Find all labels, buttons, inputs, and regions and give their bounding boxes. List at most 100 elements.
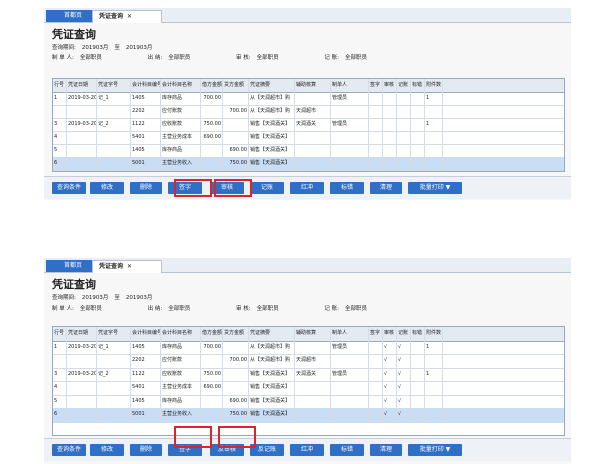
cell-post: √ xyxy=(397,408,411,422)
filter-cashier-value[interactable]: 全部职员 xyxy=(168,306,190,312)
cell-voucher-no xyxy=(97,157,131,170)
edit-button[interactable]: 修改 xyxy=(90,444,124,456)
table-row[interactable]: 2202 应付账款 700.00 从【天润超市】购 天润超市 xyxy=(53,105,564,119)
cell-audit xyxy=(383,92,397,105)
cell-summary: 从【天润超市】购 xyxy=(249,340,295,354)
cell-sign xyxy=(369,92,383,105)
filter-bookkeeper-label: 记 账: xyxy=(324,306,339,312)
query-conditions-button[interactable]: 查询条件 xyxy=(52,444,86,456)
cell-account-code: 1405 xyxy=(131,394,161,408)
cell-credit xyxy=(223,367,249,381)
filter-row: 制 单 人: 全部职员 出 纳: 全部职员 审 核: 全部职员 记 账: 全部职员 xyxy=(52,304,373,312)
cell-voucher-no: 记_2 xyxy=(97,367,131,381)
red-reverse-button[interactable]: 红冲 xyxy=(290,444,324,456)
cell-post: √ xyxy=(397,354,411,368)
filter-auditor-value[interactable]: 全部职员 xyxy=(257,55,279,61)
cell-attachments xyxy=(425,381,443,395)
voucher-table: 行号 凭证日期 凭证字号 会计科目编号 会计科目名称 借方金额 贷方金额 凭证摘要 辅助核算 制单… xyxy=(52,326,565,436)
header-sign: 签字 xyxy=(369,79,383,92)
cell-account-code: 2202 xyxy=(131,354,161,368)
table-row[interactable]: 5 1405 库存商品 690.00 销售【天润酒关】 √ √ xyxy=(53,394,564,409)
table-row[interactable]: 1 2019-03-20 记_1 1405 库存商品 700.00 从【天润超市】购 管理员 √… xyxy=(53,340,564,355)
cell-credit: 700.00 xyxy=(223,105,249,118)
cell-post xyxy=(397,131,411,144)
clear-button[interactable]: 清理 xyxy=(370,444,402,456)
tab-voucher-query[interactable]: 凭证查询 ✕ xyxy=(92,260,162,273)
table-row[interactable]: 6 5001 主营业务收入 750.00 销售【天润酒关】 √ √ xyxy=(53,408,564,423)
cell-audit: √ xyxy=(383,354,397,368)
cell-attachments xyxy=(425,144,443,157)
filter-preparer-value[interactable]: 全部职员 xyxy=(80,55,102,61)
cell-post xyxy=(397,144,411,157)
delete-button[interactable]: 删除 xyxy=(130,444,162,456)
cell-debit: 750.00 xyxy=(201,118,223,131)
cell-preparer: 管理员 xyxy=(331,92,369,105)
header-debit: 借方金额 xyxy=(201,327,223,341)
range-to[interactable]: 201903月 xyxy=(126,295,153,301)
range-to[interactable]: 201903月 xyxy=(126,45,153,51)
cell-preparer xyxy=(331,354,369,368)
filter-bookkeeper-value[interactable]: 全部职员 xyxy=(345,306,367,312)
query-conditions-button[interactable]: 查询条件 xyxy=(52,182,86,194)
close-icon[interactable]: ✕ xyxy=(127,263,132,270)
voucher-query-panel-after: 首都页 凭证查询 ✕ 凭证查询 查询期间: 201903月至 201903月 制 单 … xyxy=(0,258,601,464)
voucher-query-panel-before: 首都页 凭证查询 ✕ 凭证查询 查询期间: 201903月至 201903月 制 单 … xyxy=(0,8,601,200)
cell-account-name: 库存商品 xyxy=(161,92,201,105)
range-from[interactable]: 201903月 xyxy=(82,295,109,301)
cell-voucher-no xyxy=(97,144,131,157)
filter-auditor-value[interactable]: 全部职员 xyxy=(257,306,279,312)
delete-button[interactable]: 删除 xyxy=(130,182,162,194)
cell-audit: √ xyxy=(383,367,397,381)
cell-account-code: 5001 xyxy=(131,157,161,170)
filter-auditor-label: 审 核: xyxy=(236,55,251,61)
cell-account-code: 2202 xyxy=(131,105,161,118)
cell-summary: 销售【天润酒关】 xyxy=(249,381,295,395)
red-reverse-button[interactable]: 红冲 xyxy=(290,182,324,194)
edit-button[interactable]: 修改 xyxy=(90,182,124,194)
clear-button[interactable]: 清理 xyxy=(370,182,402,194)
cell-row-no: 6 xyxy=(53,157,67,170)
cell-row-no: 6 xyxy=(53,408,67,422)
batch-print-button[interactable]: 批量打印 ▼ xyxy=(408,444,462,456)
window: 首都页 凭证查询 ✕ 凭证查询 查询期间: 201903月至 201903月 制 单 … xyxy=(44,8,571,200)
tab-voucher-query[interactable]: 凭证查询 ✕ xyxy=(92,10,162,23)
cell-debit: 700.00 xyxy=(201,92,223,105)
cell-voucher-no xyxy=(97,131,131,144)
table-row[interactable]: 3 2019-03-20 记_2 1122 应收账款 750.00 销售【天润酒关】 天润酒关… xyxy=(53,367,564,382)
table-row[interactable]: 4 5401 主营业务成本 690.00 销售【天润酒关】 xyxy=(53,131,564,145)
filter-cashier-value[interactable]: 全部职员 xyxy=(168,55,190,61)
cell-account-name: 主营业务收入 xyxy=(161,157,201,170)
range-from[interactable]: 201903月 xyxy=(82,45,109,51)
table-row[interactable]: 1 2019-03-20 记_1 1405 库存商品 700.00 从【天润超市】购 管理员 1 xyxy=(53,92,564,106)
table-row[interactable]: 4 5401 主营业务成本 690.00 销售【天润酒关】 √ √ xyxy=(53,381,564,396)
table-row[interactable]: 5 1405 库存商品 690.00 销售【天润酒关】 xyxy=(53,144,564,158)
filter-preparer-value[interactable]: 全部职员 xyxy=(80,306,102,312)
filter-bookkeeper-value[interactable]: 全部职员 xyxy=(345,55,367,61)
cell-account-name: 应付账款 xyxy=(161,105,201,118)
header-attachments: 附件数 xyxy=(425,327,443,341)
header-credit: 贷方金额 xyxy=(223,79,249,92)
cell-preparer xyxy=(331,105,369,118)
mark-error-button[interactable]: 标错 xyxy=(330,444,364,456)
cell-auxiliary: 天润超市 xyxy=(295,354,331,368)
post-button[interactable]: 记账 xyxy=(250,182,284,194)
table-row[interactable]: 6 5001 主营业务收入 750.00 销售【天润酒关】 xyxy=(53,157,564,171)
table-row[interactable]: 2202 应付账款 700.00 从【天润超市】购 天润超市 √ √ xyxy=(53,354,564,369)
batch-print-button[interactable]: 批量打印 ▼ xyxy=(408,182,462,194)
cell-sign xyxy=(369,408,383,422)
cell-credit xyxy=(223,131,249,144)
header-post: 记账 xyxy=(397,327,411,341)
cell-row-no: 4 xyxy=(53,381,67,395)
close-icon[interactable]: ✕ xyxy=(127,13,132,20)
cell-post: √ xyxy=(397,340,411,354)
cell-credit xyxy=(223,92,249,105)
filter-auditor-label: 审 核: xyxy=(236,306,251,312)
cell-date: 2019-03-20 xyxy=(67,367,97,381)
mark-error-button[interactable]: 标错 xyxy=(330,182,364,194)
table-row[interactable]: 3 2019-03-20 记_2 1122 应收账款 750.00 销售【天润酒关】 天润酒关… xyxy=(53,118,564,132)
cell-summary: 销售【天润酒关】 xyxy=(249,118,295,131)
filter-preparer-label: 制 单 人: xyxy=(52,55,74,61)
cell-post xyxy=(397,118,411,131)
cell-voucher-no: 记_1 xyxy=(97,340,131,354)
cell-auxiliary xyxy=(295,340,331,354)
